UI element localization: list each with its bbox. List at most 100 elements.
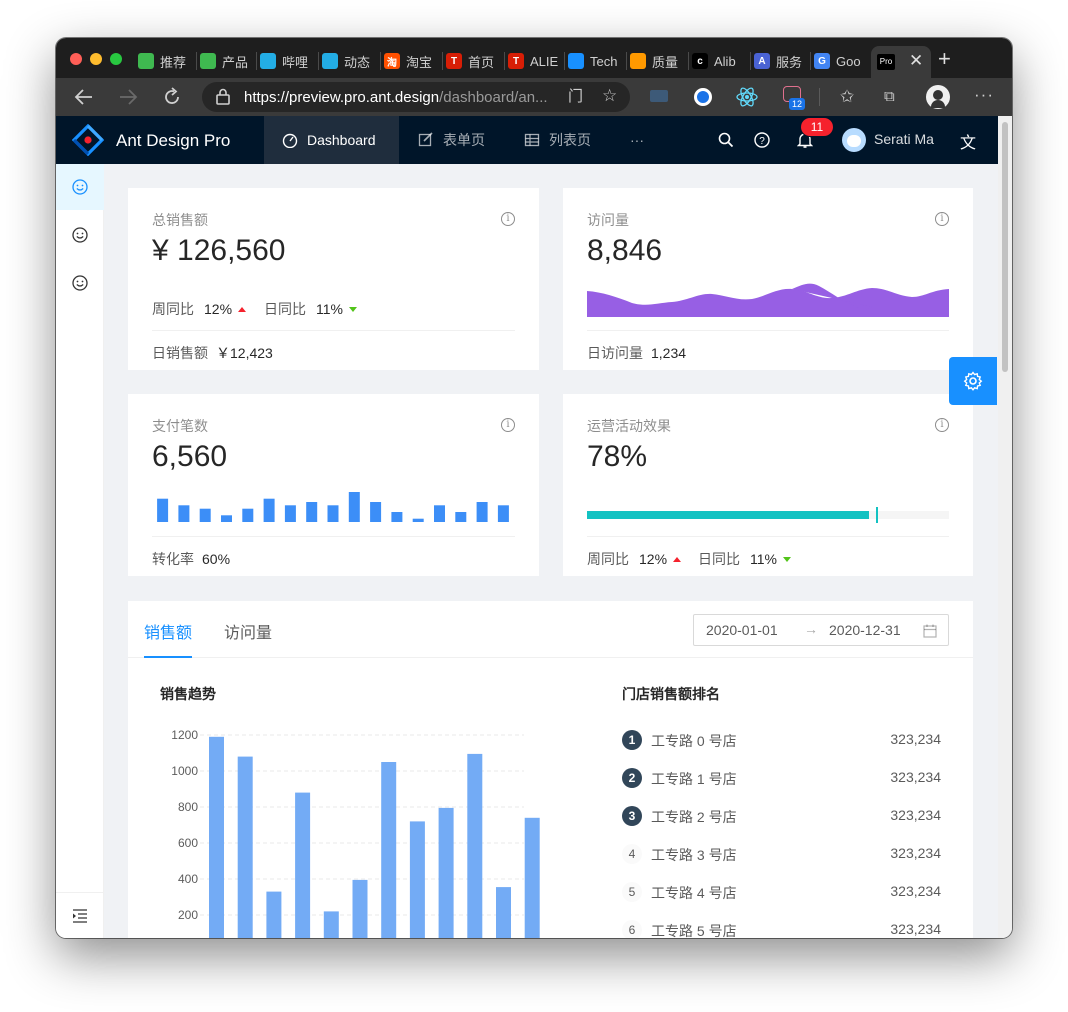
footer-value: 1,234 <box>651 345 687 361</box>
browser-tab[interactable]: c Alib <box>692 48 750 74</box>
ranking-row[interactable]: 4 工专路 3 号店 323,234 <box>622 843 941 865</box>
sales-bar[interactable] <box>352 879 368 938</box>
sales-bar[interactable] <box>381 762 397 938</box>
info-icon[interactable]: i <box>501 418 515 432</box>
sales-bar[interactable] <box>266 891 282 938</box>
ranking-row[interactable]: 1 工专路 0 号店 323,234 <box>622 729 941 751</box>
browser-tab[interactable]: 产品 <box>200 48 258 74</box>
scrollbar-thumb[interactable] <box>1002 122 1008 372</box>
sales-bar[interactable] <box>524 817 540 938</box>
collections-icon[interactable]: ⧉ <box>884 87 895 107</box>
close-tab-icon[interactable]: ✕ <box>909 51 923 71</box>
smile-icon <box>72 179 88 195</box>
date-range-picker[interactable]: 2020-01-01 → 2020-12-31 <box>693 614 949 646</box>
ranking-row[interactable]: 2 工专路 1 号店 323,234 <box>622 767 941 789</box>
profile-avatar-icon[interactable] <box>926 85 950 109</box>
browser-tab[interactable]: 动态 <box>322 48 380 74</box>
video-icon[interactable] <box>650 90 668 102</box>
ranking-store-name: 工专路 5 号店 <box>651 923 737 938</box>
card-divider <box>152 330 515 331</box>
page-scrollbar[interactable] <box>998 116 1012 938</box>
card-value: 8,846 <box>587 234 663 267</box>
sidebar-item-list[interactable] <box>56 260 104 306</box>
tab-sales[interactable]: 销售额 <box>144 619 192 643</box>
ranking-number: 6 <box>622 920 642 938</box>
browser-tab[interactable]: T ALIE <box>508 48 566 74</box>
sales-bar[interactable] <box>438 807 454 938</box>
payments-bar <box>412 518 424 522</box>
more-menu-icon[interactable]: ··· <box>974 85 994 105</box>
card-value: ¥ 126,560 <box>152 234 286 267</box>
back-icon[interactable] <box>74 88 94 106</box>
browser-tab[interactable]: 推荐 <box>138 48 196 74</box>
sidebar-item-dashboard[interactable] <box>56 164 104 210</box>
info-icon[interactable]: i <box>935 212 949 226</box>
browser-tab[interactable]: 哔哩 <box>260 48 318 74</box>
range-start[interactable]: 2020-01-01 <box>706 622 778 638</box>
nav-dashboard[interactable]: Dashboard <box>282 116 376 164</box>
browser-tab[interactable]: 质量 <box>630 48 688 74</box>
translate-page-icon[interactable]: ⻔ <box>568 87 583 107</box>
sales-bar[interactable] <box>467 753 483 938</box>
nav-list-label: 列表页 <box>549 132 591 148</box>
browser-tab[interactable]: A 服务 <box>754 48 812 74</box>
new-tab-icon[interactable]: + <box>938 46 951 72</box>
user-name[interactable]: Serati Ma <box>874 131 934 147</box>
sidebar <box>56 164 104 938</box>
help-icon[interactable]: ? <box>754 132 770 148</box>
calendar-icon <box>923 624 937 638</box>
favorites-list-icon[interactable]: ✩ <box>840 87 854 107</box>
sales-bar[interactable] <box>323 911 339 938</box>
active-browser-tab[interactable]: Pro ✕ <box>871 46 931 78</box>
ranking-value: 323,234 <box>890 807 941 823</box>
info-icon[interactable]: i <box>935 418 949 432</box>
sidebar-collapse-button[interactable] <box>56 892 104 938</box>
sales-bar[interactable] <box>237 756 253 938</box>
tab-favicon-icon <box>568 53 584 69</box>
footer-value: 60% <box>202 551 231 567</box>
maximize-window-icon[interactable] <box>110 53 122 65</box>
tab-favicon-icon <box>322 53 338 69</box>
browser-tab[interactable]: T 首页 <box>446 48 504 74</box>
day-trend-value: 11% <box>316 301 343 317</box>
sales-bar[interactable] <box>209 736 224 938</box>
react-devtools-icon[interactable] <box>736 87 758 107</box>
app-title[interactable]: Ant Design Pro <box>116 131 230 151</box>
browser-tab[interactable]: G Goo <box>814 48 872 74</box>
sales-bar[interactable] <box>496 887 511 938</box>
info-icon[interactable]: i <box>501 212 515 226</box>
sidebar-item-form[interactable] <box>56 212 104 258</box>
payments-bar <box>284 505 296 522</box>
card-operations: 运营活动效果 i 78% 周同比 12% 日同比 11% <box>563 394 973 576</box>
sales-bar[interactable] <box>295 792 311 938</box>
range-end[interactable]: 2020-12-31 <box>829 622 901 638</box>
ant-design-logo-icon[interactable] <box>72 124 104 156</box>
browser-tab[interactable]: Tech <box>568 48 626 74</box>
extension-c-icon[interactable] <box>694 88 712 106</box>
language-switch-icon[interactable]: 文 <box>960 129 976 153</box>
minimize-window-icon[interactable] <box>90 53 102 65</box>
nav-form[interactable]: 表单页 <box>418 116 485 164</box>
smile-icon <box>72 227 88 243</box>
ranking-row[interactable]: 3 工专路 2 号店 323,234 <box>622 805 941 827</box>
card-divider <box>587 330 949 331</box>
browser-tab[interactable]: 淘淘宝 <box>384 48 442 74</box>
tab-visits[interactable]: 访问量 <box>224 619 272 643</box>
caret-up-icon <box>673 556 682 562</box>
nav-more[interactable]: ··· <box>630 116 644 164</box>
ranking-row[interactable]: 6 工专路 5 号店 323,234 <box>622 919 941 938</box>
user-avatar[interactable] <box>842 128 866 152</box>
search-icon[interactable] <box>718 132 734 148</box>
ranking-row[interactable]: 5 工专路 4 号店 323,234 <box>622 881 941 903</box>
sales-bar[interactable] <box>409 821 425 938</box>
forward-icon[interactable] <box>118 88 138 106</box>
close-window-icon[interactable] <box>70 53 82 65</box>
address-bar[interactable]: https://preview.pro.ant.design/dashboard… <box>202 82 630 112</box>
ranking-value: 323,234 <box>890 845 941 861</box>
favorite-star-icon[interactable]: ☆ <box>602 86 617 106</box>
reload-icon[interactable] <box>162 87 182 107</box>
tab-separator <box>688 52 689 70</box>
settings-drawer-button[interactable] <box>949 357 997 405</box>
nav-list[interactable]: 列表页 <box>524 116 591 164</box>
notification-badge: 11 <box>801 118 833 136</box>
